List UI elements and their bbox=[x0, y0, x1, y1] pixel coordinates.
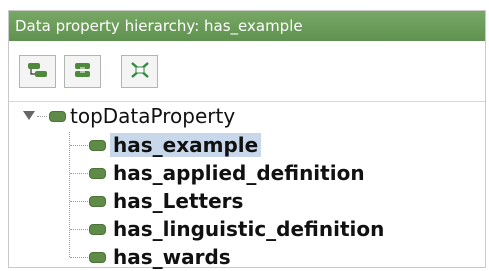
tree-connector bbox=[69, 132, 70, 257]
node-label: has_wards bbox=[113, 245, 231, 269]
tree-connector bbox=[70, 257, 88, 258]
node-label: has_linguistic_definition bbox=[113, 217, 385, 241]
add-sibling-property-icon bbox=[72, 62, 94, 82]
tree-connector bbox=[70, 229, 88, 230]
delete-property-button[interactable] bbox=[121, 55, 158, 88]
tree-connector bbox=[37, 116, 47, 117]
property-tree: topDataProperty has_example has_applied_… bbox=[9, 101, 485, 269]
data-property-icon bbox=[89, 251, 106, 263]
node-label: has_example bbox=[110, 133, 262, 157]
tree-node-has_example[interactable]: has_example bbox=[89, 131, 262, 159]
tree-node-has_wards[interactable]: has_wards bbox=[89, 243, 234, 271]
tree-node-has_Letters[interactable]: has_Letters bbox=[89, 187, 246, 215]
tree-node-topDataProperty[interactable]: topDataProperty bbox=[49, 102, 235, 130]
delete-property-icon bbox=[129, 61, 151, 83]
expand-toggle-icon[interactable] bbox=[23, 111, 35, 120]
data-property-icon bbox=[89, 167, 106, 179]
tree-node-has_applied_definition[interactable]: has_applied_definition bbox=[89, 159, 368, 187]
node-label: has_applied_definition bbox=[113, 161, 365, 185]
add-subproperty-button[interactable] bbox=[19, 55, 56, 88]
data-property-icon bbox=[89, 223, 106, 235]
tree-connector bbox=[70, 145, 88, 146]
add-sibling-property-button[interactable] bbox=[64, 55, 101, 88]
data-property-hierarchy-panel: Data property hierarchy: has_example top… bbox=[8, 10, 486, 269]
add-subproperty-icon bbox=[27, 62, 49, 82]
hierarchy-toolbar bbox=[19, 55, 158, 88]
node-label: has_Letters bbox=[113, 189, 244, 213]
data-property-icon bbox=[89, 139, 106, 151]
tree-connector bbox=[70, 173, 88, 174]
data-property-icon bbox=[49, 110, 66, 122]
node-label: topDataProperty bbox=[70, 104, 236, 128]
data-property-icon bbox=[89, 195, 106, 207]
panel-title: Data property hierarchy: has_example bbox=[9, 11, 485, 41]
tree-node-has_linguistic_definition[interactable]: has_linguistic_definition bbox=[89, 215, 387, 243]
tree-connector bbox=[70, 201, 88, 202]
